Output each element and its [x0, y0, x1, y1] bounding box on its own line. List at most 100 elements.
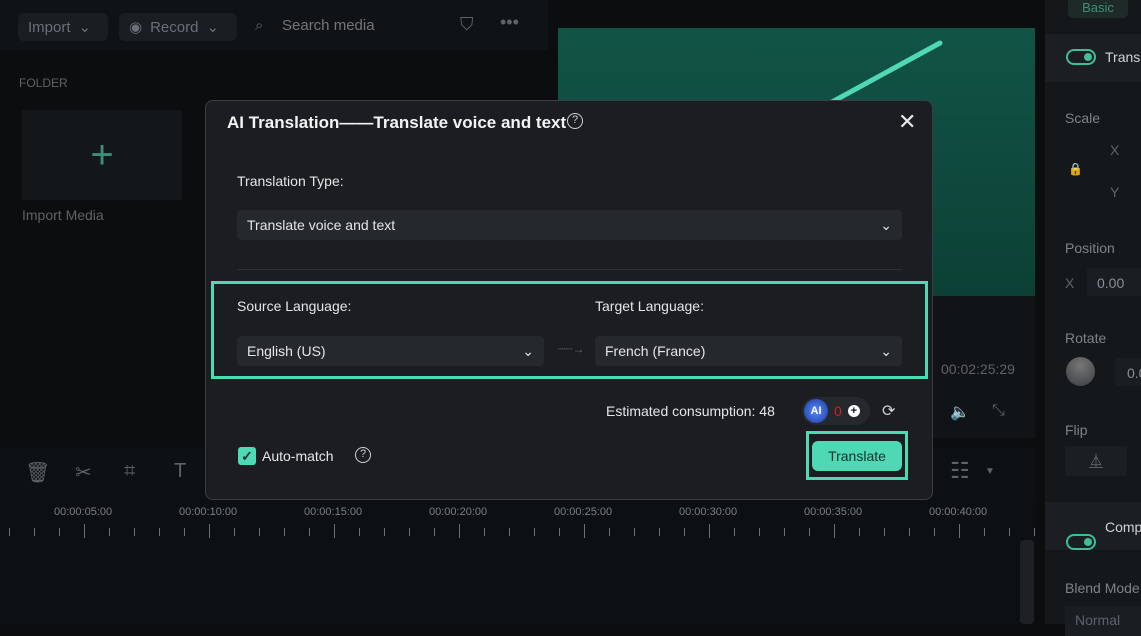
ruler-tick: [134, 528, 135, 536]
ai-credit-badge: AI: [804, 399, 828, 423]
ruler-tick: [384, 528, 385, 536]
auto-match-label: Auto-match: [262, 448, 334, 464]
chevron-down-icon: ⌄: [78, 19, 92, 36]
ruler-tick: [909, 528, 910, 536]
text-icon[interactable]: T: [174, 460, 186, 483]
ruler-tick: [884, 528, 885, 536]
time-label: 00:00:30:00: [679, 506, 738, 518]
dialog-title: AI Translation——Translate voice and text: [227, 113, 567, 132]
ruler-tick: [584, 524, 585, 538]
translation-type-select[interactable]: Translate voice and text ⌄: [237, 210, 902, 240]
ruler-tick: [809, 528, 810, 536]
blend-mode-label: Blend Mode: [1065, 580, 1140, 596]
plus-icon: +: [90, 133, 114, 177]
dropdown-icon[interactable]: ▼: [985, 466, 995, 477]
auto-match-checkbox[interactable]: ✓: [238, 447, 256, 465]
ruler-tick: [9, 528, 10, 536]
blend-mode-select[interactable]: Normal: [1065, 606, 1141, 636]
more-icon[interactable]: •••: [500, 12, 519, 33]
filter-icon[interactable]: ⛉: [460, 14, 474, 35]
folder-label: FOLDER: [19, 76, 68, 90]
scale-label: Scale: [1065, 110, 1101, 126]
ruler-tick: [434, 528, 435, 536]
lock-icon[interactable]: 🔒: [1068, 162, 1083, 176]
search-icon: ⌕: [255, 17, 264, 34]
import-media-tile[interactable]: +: [22, 110, 182, 200]
position-x-input[interactable]: 0.00: [1087, 268, 1141, 296]
target-language-select[interactable]: French (France) ⌄: [595, 336, 902, 366]
grid-icon[interactable]: ☷: [950, 458, 970, 484]
ruler-tick: [259, 528, 260, 536]
scale-y-label: Y: [1110, 184, 1120, 200]
rotate-label: Rotate: [1065, 330, 1107, 346]
source-language-select[interactable]: English (US) ⌄: [237, 336, 544, 366]
rotate-input[interactable]: 0.0: [1115, 358, 1141, 386]
transform-label: Trans: [1105, 49, 1141, 65]
ruler-tick: [859, 528, 860, 536]
ruler-tick: [209, 524, 210, 538]
help-icon[interactable]: ?: [355, 447, 371, 463]
ruler-tick: [234, 528, 235, 536]
ruler-tick: [284, 528, 285, 536]
refresh-icon[interactable]: ⟳: [882, 401, 895, 421]
import-label: Import: [28, 18, 71, 36]
close-icon[interactable]: ✕: [898, 109, 916, 135]
timeline-ruler[interactable]: 00:00:05:00 00:00:10:00 00:00:15:00 00:0…: [0, 498, 1035, 624]
position-x-label: X: [1065, 275, 1075, 291]
ruler-tick: [559, 528, 560, 536]
ruler-tick: [484, 528, 485, 536]
ruler-tick: [684, 528, 685, 536]
ruler-tick: [34, 528, 35, 536]
ruler-tick: [409, 528, 410, 536]
compositing-label: Comp: [1105, 519, 1141, 535]
ruler-tick: [759, 528, 760, 536]
volume-icon[interactable]: 🔈: [950, 402, 970, 422]
chevron-down-icon: ⌄: [206, 19, 220, 36]
add-credits-icon[interactable]: +: [847, 405, 860, 417]
transform-toggle[interactable]: [1066, 49, 1096, 65]
translation-type-value: Translate voice and text: [247, 217, 396, 233]
ruler-tick: [634, 528, 635, 536]
ruler-tick: [309, 528, 310, 536]
ruler-tick: [1009, 528, 1010, 536]
ruler-tick: [109, 528, 110, 536]
ruler-tick: [84, 524, 85, 538]
time-label: 00:00:40:00: [929, 506, 988, 518]
time-label: 00:00:10:00: [179, 506, 238, 518]
ruler-tick: [459, 524, 460, 538]
position-label: Position: [1065, 240, 1115, 256]
import-button[interactable]: Import ⌄: [18, 13, 108, 41]
ruler-tick: [334, 524, 335, 538]
ruler-tick: [184, 528, 185, 536]
flip-horizontal-button[interactable]: ⏅: [1065, 446, 1127, 476]
scale-x-label: X: [1110, 142, 1120, 158]
ruler-tick: [359, 528, 360, 536]
timeline-scrollbar[interactable]: [1020, 540, 1034, 624]
rotate-knob[interactable]: [1066, 357, 1095, 386]
flip-icon: ⏅: [1089, 453, 1103, 469]
ruler-tick: [159, 528, 160, 536]
ruler-tick: [959, 524, 960, 538]
crop-icon[interactable]: ⌗: [124, 460, 135, 483]
ruler-tick: [784, 528, 785, 536]
help-icon[interactable]: ?: [567, 113, 583, 129]
tab-basic[interactable]: Basic: [1068, 0, 1128, 18]
translate-button[interactable]: Translate: [812, 441, 902, 471]
translation-type-label: Translation Type:: [237, 173, 344, 189]
ruler-tick: [59, 528, 60, 536]
estimated-consumption: Estimated consumption: 48: [606, 403, 775, 419]
compositing-toggle[interactable]: [1066, 534, 1096, 550]
source-language-label: Source Language:: [237, 298, 352, 314]
ruler-tick: [834, 524, 835, 538]
divider: [237, 269, 902, 270]
target-language-value: French (France): [605, 343, 706, 359]
credit-count: 0: [834, 403, 842, 419]
time-label: 00:00:05:00: [54, 506, 113, 518]
chevron-down-icon: ⌄: [880, 342, 892, 359]
record-button[interactable]: ◉ Record ⌄: [119, 13, 237, 41]
delete-icon[interactable]: 🗑: [25, 460, 50, 485]
ai-credits[interactable]: AI 0 +: [802, 397, 870, 425]
fullscreen-icon[interactable]: ⤡: [992, 402, 1005, 420]
cut-icon[interactable]: ✂: [75, 460, 92, 485]
search-input[interactable]: [282, 17, 432, 34]
